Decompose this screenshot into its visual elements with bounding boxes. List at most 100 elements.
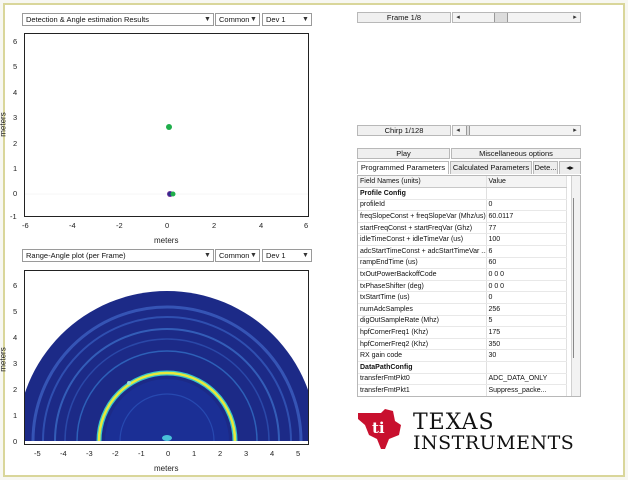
plot-type-select-top[interactable]: Detection & Angle estimation Results ▼ — [22, 13, 214, 26]
param-value-cell[interactable]: Suppress_packe... — [486, 384, 567, 396]
chevron-down-icon: ▼ — [302, 252, 309, 259]
param-name-cell: numAdcSamples — [358, 303, 487, 316]
table-row[interactable]: freqSlopeConst + freqSlopeVar (Mhz/us) 60… — [358, 210, 567, 223]
view-select-bottom-value: Common — [219, 251, 250, 260]
table-row[interactable]: txStartTime (us) 0 — [358, 291, 567, 305]
param-name-cell: txPhaseShifter (deg) — [358, 280, 487, 293]
param-value-cell[interactable]: 0 — [486, 291, 567, 305]
plot-type-select-bottom[interactable]: Range-Angle plot (per Frame) ▼ — [22, 249, 214, 262]
param-value-cell[interactable]: 30 — [486, 349, 567, 362]
table-row[interactable]: transferFmtPkt0 ADC_DATA_ONLY — [358, 373, 567, 386]
chevron-down-icon: ▼ — [204, 252, 211, 259]
chevron-right-icon[interactable]: ▸ — [570, 163, 574, 172]
param-name-cell: hpfCornerFreq2 (Khz) — [358, 338, 487, 351]
param-value-cell[interactable] — [486, 187, 567, 200]
table-row[interactable]: numAdcSamples 256 — [358, 303, 567, 316]
table-row[interactable]: txPhaseShifter (deg) 0 0 0 — [358, 280, 567, 293]
device-select-top[interactable]: Dev 1 ▼ — [262, 13, 312, 26]
range-angle-heatmap[interactable] — [24, 270, 309, 445]
chevron-right-icon[interactable]: ▸ — [570, 126, 580, 135]
x-tick: -5 — [34, 449, 41, 458]
param-value-cell[interactable]: 77 — [486, 222, 567, 235]
param-value-cell[interactable]: 5 — [486, 315, 567, 328]
x-axis-label: meters — [154, 464, 179, 473]
frame-slider-row: Frame 1/8 ◂ ▸ — [357, 12, 581, 23]
chevron-left-icon[interactable]: ◂ — [453, 13, 463, 22]
detection-scatter-plot[interactable] — [24, 33, 309, 217]
tab-detection[interactable]: Dete... — [533, 161, 558, 174]
table-row[interactable]: digOutSampleRate (Mhz) 5 — [358, 315, 567, 328]
param-value-cell[interactable]: 60.0117 — [486, 210, 567, 223]
y-tick: 6 — [13, 37, 18, 46]
param-value-cell[interactable]: 350 — [486, 338, 567, 351]
tab-scroll-buttons[interactable]: ◂▸ — [559, 161, 581, 174]
view-select-top[interactable]: Common ▼ — [215, 13, 260, 26]
x-tick: 0 — [165, 221, 170, 230]
x-tick: -4 — [69, 221, 76, 230]
table-row[interactable]: hpfCornerFreq1 (Khz) 175 — [358, 326, 567, 339]
frame-slider-thumb[interactable] — [494, 13, 509, 22]
param-name-cell: transferFmtPkt0 — [358, 373, 487, 386]
table-section-row[interactable]: Profile Config — [358, 187, 567, 200]
heatmap-center-blob — [162, 435, 172, 441]
svg-text:ti: ti — [372, 419, 385, 437]
param-value-cell[interactable]: ADC_DATA_ONLY — [486, 373, 567, 386]
x-tick: -4 — [60, 449, 67, 458]
view-select-bottom[interactable]: Common ▼ — [215, 249, 260, 262]
param-value-cell[interactable]: 0 0 0 — [486, 280, 567, 293]
param-value-cell[interactable]: 60 — [486, 257, 567, 270]
misc-options-button[interactable]: Miscellaneous options — [451, 148, 581, 159]
chirp-slider[interactable]: ◂ ▸ — [452, 125, 581, 136]
param-name-cell: DataPathConfig — [358, 361, 487, 374]
tab-programmed-parameters[interactable]: Programmed Parameters — [357, 161, 449, 174]
param-value-cell[interactable]: 6 — [486, 245, 567, 258]
table-row[interactable]: profileId 0 — [358, 199, 567, 212]
y-tick: -1 — [10, 212, 17, 221]
play-button[interactable]: Play — [357, 148, 450, 159]
tab-calculated-parameters[interactable]: Calculated Parameters — [450, 161, 532, 174]
param-value-cell[interactable] — [486, 361, 567, 374]
param-value-cell[interactable]: 0 0 0 — [486, 268, 567, 281]
detected-point-green-origin — [170, 191, 176, 197]
y-tick: 2 — [13, 385, 18, 394]
frame-label: Frame 1/8 — [357, 12, 451, 23]
table-row[interactable]: startFreqConst + startFreqVar (Ghz) 77 — [358, 222, 567, 235]
chirp-slider-thumb[interactable] — [466, 126, 471, 135]
y-tick: 1 — [13, 164, 18, 173]
column-header-value[interactable]: Value — [486, 176, 567, 189]
table-section-row[interactable]: DataPathConfig — [358, 361, 567, 374]
param-value-cell[interactable]: 175 — [486, 326, 567, 339]
table-row[interactable]: txOutPowerBackoffCode 0 0 0 — [358, 268, 567, 281]
table-row[interactable]: transferFmtPkt1 Suppress_packe... — [358, 384, 567, 396]
x-tick: 5 — [296, 449, 301, 458]
table-row[interactable]: RX gain code 30 — [358, 349, 567, 362]
device-select-bottom[interactable]: Dev 1 ▼ — [262, 249, 312, 262]
table-scrollbar-thumb[interactable] — [573, 198, 579, 358]
table-row[interactable]: hpfCornerFreq2 (Khz) 350 — [358, 338, 567, 351]
param-value-cell[interactable]: 0 — [486, 199, 567, 212]
table-row[interactable]: idleTimeConst + idleTimeVar (us) 100 — [358, 233, 567, 247]
y-tick: 0 — [13, 437, 18, 446]
param-name-cell: rampEndTime (us) — [358, 257, 487, 270]
frame-slider[interactable]: ◂ ▸ — [452, 12, 581, 23]
table-scrollbar[interactable] — [571, 176, 580, 396]
chevron-right-icon[interactable]: ▸ — [570, 13, 580, 22]
table-row[interactable]: adcStartTimeConst + adcStartTimeVar ... 6 — [358, 245, 567, 258]
column-header-field-names[interactable]: Field Names (units) — [358, 176, 487, 189]
x-tick: -2 — [116, 221, 123, 230]
table-row[interactable]: rampEndTime (us) 60 — [358, 257, 567, 270]
param-name-cell: adcStartTimeConst + adcStartTimeVar ... — [358, 245, 487, 258]
parameters-table[interactable]: Field Names (units) Value Profile Config… — [357, 175, 581, 397]
plot-type-select-bottom-value: Range-Angle plot (per Frame) — [26, 251, 126, 260]
x-tick: 4 — [270, 449, 275, 458]
y-axis-label: meters — [0, 112, 8, 137]
param-value-cell[interactable]: 100 — [486, 233, 567, 247]
param-name-cell: hpfCornerFreq1 (Khz) — [358, 326, 487, 339]
y-tick: 3 — [13, 359, 18, 368]
x-tick: 2 — [218, 449, 223, 458]
x-tick: 4 — [259, 221, 264, 230]
y-tick: 1 — [13, 411, 18, 420]
param-value-cell[interactable]: 256 — [486, 303, 567, 316]
chevron-left-icon[interactable]: ◂ — [453, 126, 463, 135]
logo-line-2: Instruments — [413, 432, 575, 454]
